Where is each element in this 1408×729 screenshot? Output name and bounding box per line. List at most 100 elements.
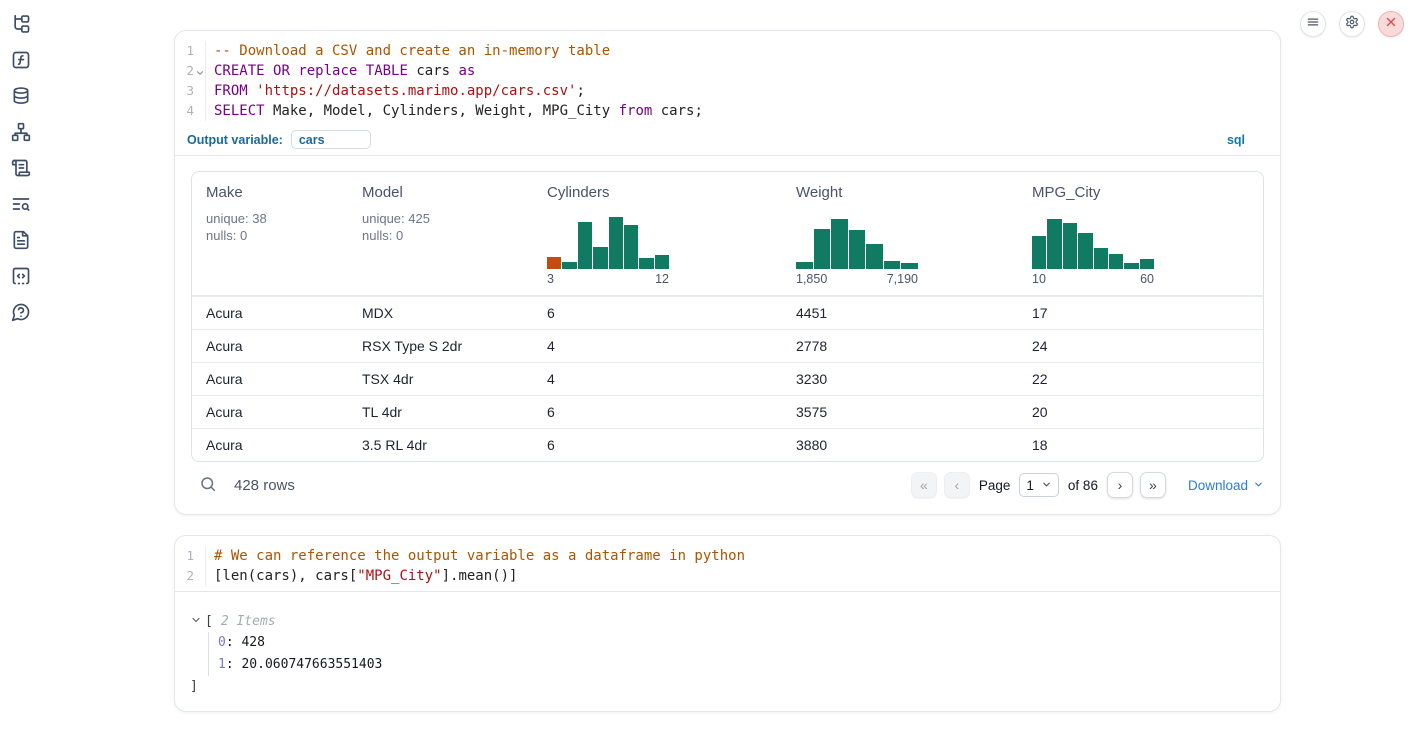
column-stat: nulls: 0 (362, 227, 547, 244)
last-page-button[interactable]: » (1140, 472, 1166, 498)
menu-button[interactable] (1300, 11, 1326, 37)
histogram-bars (1032, 217, 1154, 269)
column-label: Weight (796, 184, 1032, 201)
column-header-model[interactable]: Modelunique: 425nulls: 0 (362, 172, 547, 295)
cell-divider (175, 591, 1280, 592)
table-row[interactable]: AcuraRSX Type S 2dr4277824 (192, 329, 1263, 362)
column-header-mpg_city[interactable]: MPG_City1060 (1032, 172, 1249, 295)
table-cell: 3575 (796, 404, 1032, 420)
column-stat: unique: 425 (362, 210, 547, 227)
tree-item-index: 0 (218, 635, 226, 650)
line-number: 1 (175, 546, 206, 566)
table-cell: 2778 (796, 338, 1032, 354)
download-label: Download (1188, 478, 1248, 493)
tree-children: 0: 4281: 20.060747663551403 (208, 632, 382, 676)
hamburger-menu-icon (1306, 15, 1320, 34)
page-label: Page (979, 478, 1011, 493)
column-header-weight[interactable]: Weight1,8507,190 (796, 172, 1032, 295)
python-cell: 1 # We can reference the output variable … (174, 535, 1281, 712)
gear-icon (1345, 15, 1359, 34)
line-number: 2 (175, 61, 206, 81)
code-line: 4SELECT Make, Model, Cylinders, Weight, … (175, 101, 1280, 121)
table-cell: 24 (1032, 338, 1249, 354)
settings-button[interactable] (1339, 11, 1365, 37)
histogram-axis: 1060 (1032, 272, 1154, 286)
fold-chevron-icon[interactable] (195, 64, 205, 74)
histogram-bar (796, 262, 813, 269)
histogram-bar (593, 247, 607, 269)
column-header-make[interactable]: Makeunique: 38nulls: 0 (206, 172, 362, 295)
page-total-label: of 86 (1068, 478, 1098, 493)
histogram-axis: 3 12 (547, 272, 669, 286)
histogram-bars (796, 217, 918, 269)
code-token: -- Download a CSV and create an in-memor… (214, 43, 610, 59)
collapse-chevron-icon[interactable] (190, 614, 204, 628)
code-token: # We can reference the output variable a… (214, 548, 745, 564)
column-header-cylinders[interactable]: Cylinders312 (547, 172, 796, 295)
code-token: replace (298, 63, 357, 79)
histogram-bar (639, 258, 653, 269)
items-count-label: 2 Items (221, 614, 276, 629)
snippets-icon[interactable] (11, 266, 31, 286)
line-number: 1 (175, 41, 206, 61)
line-number: 3 (175, 81, 206, 101)
shutdown-button[interactable] (1378, 11, 1404, 37)
outline-search-icon[interactable] (11, 194, 31, 214)
code-token (357, 63, 365, 79)
code-token: from (619, 103, 653, 119)
list-output-tree: [ 2 Items 0: 4281: 20.060747663551403 ] (190, 610, 382, 698)
dependency-graph-icon[interactable] (11, 122, 31, 142)
sql-code-editor[interactable]: 1 -- Download a CSV and create an in-memo… (175, 31, 1280, 121)
table-cell: 3.5 RL 4dr (362, 437, 547, 453)
table-row[interactable]: AcuraTSX 4dr4323022 (192, 362, 1263, 395)
code-token: "MPG_City" (357, 568, 441, 584)
histogram-bar (1063, 223, 1077, 269)
table-row[interactable]: AcuraMDX6445117 (192, 296, 1263, 329)
table-row[interactable]: AcuraTL 4dr6357520 (192, 395, 1263, 428)
variables-icon[interactable] (11, 50, 31, 70)
histogram-bar (901, 263, 918, 269)
tree-item: 0: 428 (218, 632, 382, 654)
search-icon[interactable] (199, 475, 219, 495)
table-cell: 4 (547, 338, 796, 354)
documentation-icon[interactable] (11, 230, 31, 250)
table-row[interactable]: Acura3.5 RL 4dr6388018 (192, 428, 1263, 461)
table-cell: Acura (206, 338, 362, 354)
next-page-button[interactable]: › (1107, 472, 1133, 498)
axis-max-label: 60 (1140, 272, 1154, 286)
histogram-bar (884, 261, 901, 269)
help-icon[interactable] (11, 302, 31, 322)
logs-icon[interactable] (11, 158, 31, 178)
line-number: 4 (175, 101, 206, 121)
axis-min-label: 3 (547, 272, 554, 286)
data-sources-icon[interactable] (11, 86, 31, 106)
file-explorer-icon[interactable] (11, 14, 31, 34)
code-token: cars (408, 63, 459, 79)
table-cell: 20 (1032, 404, 1249, 420)
code-token (248, 83, 256, 99)
histogram-bar (655, 255, 669, 269)
table-cell: Acura (206, 305, 362, 321)
output-variable-label: Output variable: (187, 133, 283, 147)
column-stat: nulls: 0 (206, 227, 362, 244)
code-token: as (459, 63, 476, 79)
first-page-button[interactable]: « (911, 472, 937, 498)
code-token: 'https://datasets.marimo.app/cars.csv' (256, 83, 576, 99)
column-stat: unique: 38 (206, 210, 362, 227)
download-button[interactable]: Download (1188, 478, 1264, 493)
histogram-bar (1124, 263, 1138, 269)
code-text: FROM 'https://datasets.marimo.app/cars.c… (206, 81, 585, 101)
table-cell: 4 (547, 371, 796, 387)
prev-page-button[interactable]: ‹ (944, 472, 970, 498)
output-variable-bar: Output variable: sql (175, 128, 1280, 156)
open-bracket: [ (205, 614, 213, 629)
axis-max-label: 12 (655, 272, 669, 286)
histogram-bar (1109, 254, 1123, 269)
tree-open-row: [ 2 Items (190, 610, 382, 632)
code-line: 1 # We can reference the output variable … (175, 546, 1280, 566)
page-select[interactable]: 1 (1019, 473, 1059, 497)
tree-item-value: : 20.060747663551403 (226, 657, 383, 672)
python-code-editor[interactable]: 1 # We can reference the output variable … (175, 536, 1280, 586)
table-cell: 4451 (796, 305, 1032, 321)
output-variable-input[interactable] (291, 130, 371, 149)
